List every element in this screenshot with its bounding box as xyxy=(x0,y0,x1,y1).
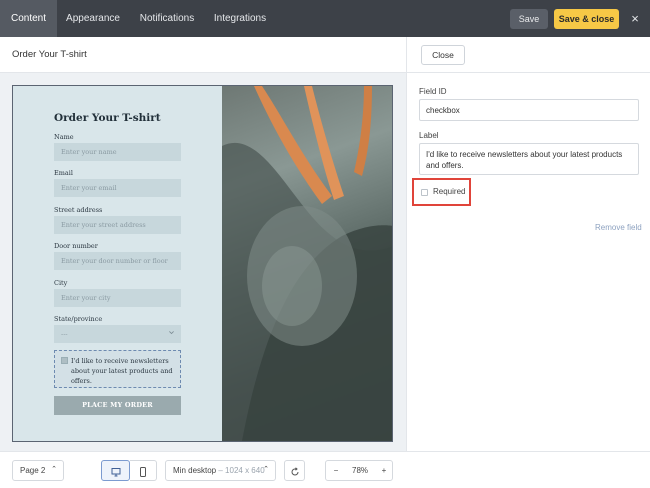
name-label: Name xyxy=(54,133,74,141)
email-label: Email xyxy=(54,169,73,177)
zoom-in-button[interactable]: + xyxy=(378,461,390,480)
field-id-label: Field ID xyxy=(419,87,447,96)
page-selector[interactable]: Page 2 ⌃ xyxy=(12,460,64,481)
tshirt-hanger-photo xyxy=(222,86,392,441)
zoom-level: 78% xyxy=(352,466,369,475)
viewport-selector[interactable]: Min desktop – 1024 x 640 ⌃ xyxy=(165,460,276,481)
door-number-input[interactable]: Enter your door number or floor xyxy=(54,252,181,270)
viewport-label: Min desktop xyxy=(173,466,217,475)
tab-content[interactable]: Content xyxy=(0,0,57,37)
zoom-control: − 78% + xyxy=(325,460,393,481)
form-preview: Order Your T-shirt Name Enter your name … xyxy=(12,85,393,442)
save-button[interactable]: Save xyxy=(510,9,548,29)
required-toggle[interactable]: Required xyxy=(412,178,471,206)
city-input[interactable]: Enter your city xyxy=(54,289,181,307)
mobile-icon xyxy=(138,465,148,484)
tab-integrations[interactable]: Integrations xyxy=(205,0,275,37)
chevron-up-icon: ⌃ xyxy=(263,466,269,473)
newsletter-checkbox-field[interactable]: I'd like to receive newsletters about yo… xyxy=(54,350,181,388)
top-bar: Content Appearance Notifications Integra… xyxy=(0,0,650,37)
label-label: Label xyxy=(419,131,439,140)
rotate-icon xyxy=(290,465,300,484)
rotate-button[interactable] xyxy=(284,460,305,481)
field-id-input[interactable]: checkbox xyxy=(419,99,639,121)
newsletter-checkbox-label: I'd like to receive newsletters about yo… xyxy=(71,357,173,385)
field-settings-panel: Close Field ID checkbox Label I'd like t… xyxy=(406,37,650,451)
email-input[interactable]: Enter your email xyxy=(54,179,181,197)
street-address-label: Street address xyxy=(54,206,103,214)
remove-field-link[interactable]: Remove field xyxy=(595,223,642,232)
tab-notifications[interactable]: Notifications xyxy=(129,0,205,37)
form-title: Order Your T-shirt xyxy=(54,112,161,124)
required-label: Required xyxy=(433,187,466,196)
panel-header: Close xyxy=(407,37,650,73)
page-title: Order Your T-shirt xyxy=(12,49,87,60)
zoom-out-button[interactable]: − xyxy=(330,461,342,480)
place-order-button[interactable]: PLACE MY ORDER xyxy=(54,396,181,415)
tab-appearance[interactable]: Appearance xyxy=(57,0,129,37)
viewport-size: – 1024 x 640 xyxy=(218,466,265,475)
page-label: Page 2 xyxy=(20,466,46,475)
desktop-view-button[interactable] xyxy=(101,460,130,481)
mobile-view-button[interactable] xyxy=(130,460,157,481)
state-select[interactable]: --- xyxy=(54,325,181,343)
desktop-icon xyxy=(111,465,121,484)
state-value: --- xyxy=(61,330,68,338)
bottom-toolbar: Page 2 ⌃ Min desktop – 1024 x 640 ⌃ − 78… xyxy=(0,451,650,488)
label-textarea[interactable]: I'd like to receive newsletters about yo… xyxy=(419,143,639,175)
city-label: City xyxy=(54,279,68,287)
newsletter-checkbox[interactable] xyxy=(61,357,68,364)
state-label: State/province xyxy=(54,315,103,323)
close-icon[interactable]: × xyxy=(626,9,644,29)
chevron-down-icon xyxy=(168,325,175,343)
name-input[interactable]: Enter your name xyxy=(54,143,181,161)
street-address-input[interactable]: Enter your street address xyxy=(54,216,181,234)
canvas-header: Order Your T-shirt xyxy=(0,37,406,73)
door-number-label: Door number xyxy=(54,242,98,250)
required-checkbox[interactable] xyxy=(421,189,428,196)
chevron-up-icon: ⌃ xyxy=(51,466,57,473)
form-column: Order Your T-shirt Name Enter your name … xyxy=(13,86,222,441)
canvas-area: Order Your T-shirt Order Your T-shirt Na… xyxy=(0,37,406,451)
close-button[interactable]: Close xyxy=(421,45,465,65)
save-close-button[interactable]: Save & close xyxy=(554,9,619,29)
